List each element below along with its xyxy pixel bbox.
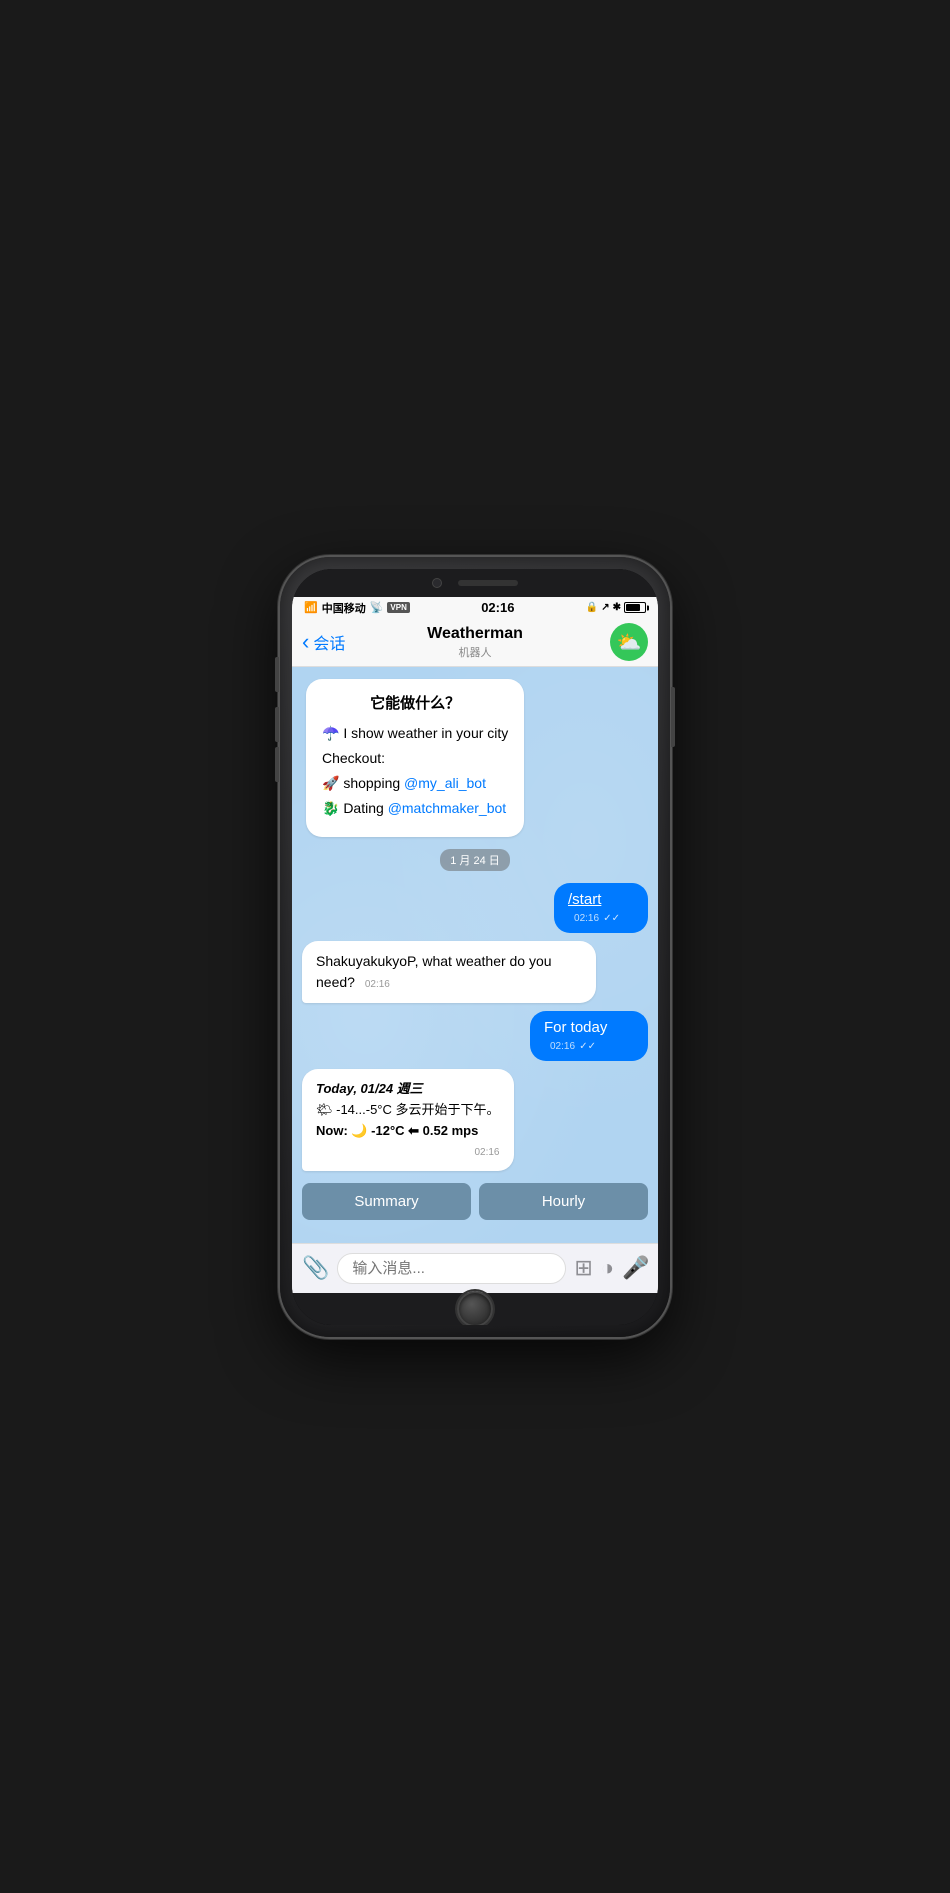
read-receipt-start: ✓✓ xyxy=(603,913,620,924)
status-left: 📶 中国移动 📡 VPN xyxy=(304,600,410,616)
battery-icon xyxy=(624,602,646,613)
battery-fill xyxy=(626,604,640,611)
dating-text: 🐉 Dating xyxy=(322,800,388,816)
bot-reply1-time: 02:16 xyxy=(365,979,390,990)
phone-top-bar xyxy=(292,569,658,597)
sticker-icon[interactable]: ⊞ xyxy=(574,1255,592,1281)
home-button[interactable] xyxy=(457,1291,493,1325)
weather-message-bubble: Today, 01/24 週三 🌤 -14...-5°C 多云开始于下午。 No… xyxy=(302,1069,514,1171)
date-separator: 1 月 24 日 xyxy=(440,849,510,871)
home-bar xyxy=(292,1293,658,1325)
bot-avatar-icon: ⛅ xyxy=(617,630,642,655)
weather-now-line: Now: 🌙 -12°C ⬅ 0.52 mps xyxy=(316,1121,500,1142)
phone-device: 📶 中国移动 📡 VPN 02:16 🔒 ↗ ✱ ‹ xyxy=(280,557,670,1337)
user-bubble-today: For today 02:16 ✓✓ xyxy=(530,1011,648,1061)
phone-screen: 📶 中国移动 📡 VPN 02:16 🔒 ↗ ✱ ‹ xyxy=(292,569,658,1325)
status-time: 02:16 xyxy=(481,600,514,615)
front-camera xyxy=(432,578,442,588)
start-command: /start xyxy=(568,891,601,908)
status-bar: 📶 中国移动 📡 VPN 02:16 🔒 ↗ ✱ xyxy=(292,597,658,619)
user-message-start: /start 02:16 ✓✓ xyxy=(531,883,648,933)
for-today-text: For today xyxy=(544,1019,607,1036)
summary-button[interactable]: Summary xyxy=(302,1183,471,1220)
action-buttons-row: Summary Hourly xyxy=(302,1183,648,1220)
back-arrow-icon: ‹ xyxy=(302,631,309,653)
dating-link[interactable]: @matchmaker_bot xyxy=(388,800,506,816)
phone-speaker xyxy=(458,580,518,586)
nav-title: Weatherman xyxy=(427,624,523,643)
attachment-icon[interactable]: 📎 xyxy=(302,1255,329,1281)
weather-temp-line: 🌤 -14...-5°C 多云开始于下午。 xyxy=(316,1100,500,1121)
nav-subtitle: 机器人 xyxy=(427,644,523,660)
location-icon: ↗ xyxy=(601,602,609,613)
read-receipt-today: ✓✓ xyxy=(579,1041,596,1052)
user-bubble-start: /start 02:16 ✓✓ xyxy=(554,883,648,933)
mic-icon[interactable]: 🎤 xyxy=(622,1255,649,1281)
welcome-title: 它能做什么？ xyxy=(322,693,508,716)
shopping-text: 🚀 shopping xyxy=(322,775,404,791)
bot-avatar-button[interactable]: ⛅ xyxy=(610,623,648,661)
welcome-shopping-line: 🚀 shopping @my_ali_bot xyxy=(322,773,508,794)
ios-screen: 📶 中国移动 📡 VPN 02:16 🔒 ↗ ✱ ‹ xyxy=(292,597,658,1293)
welcome-message-bubble: 它能做什么？ ☂️ I show weather in your city Ch… xyxy=(306,679,524,838)
back-button[interactable]: ‹ 会话 xyxy=(302,630,345,654)
welcome-checkout: Checkout: xyxy=(322,748,508,769)
vpn-badge: VPN xyxy=(387,602,409,613)
message-input[interactable] xyxy=(337,1253,566,1284)
today-time: 02:16 xyxy=(550,1041,575,1052)
signal-icon: 📶 xyxy=(304,601,318,614)
back-label: 会话 xyxy=(313,630,345,654)
emoji-icon[interactable]: ◑ xyxy=(601,1255,614,1281)
weather-time-label: 02:16 xyxy=(316,1145,500,1161)
carrier-label: 中国移动 xyxy=(322,600,366,616)
bot-reply1-bubble: ShakuyakukyoP, what weather do you need?… xyxy=(302,941,596,1003)
welcome-line1: ☂️ I show weather in your city xyxy=(322,723,508,744)
chat-area: 它能做什么？ ☂️ I show weather in your city Ch… xyxy=(292,667,658,1243)
wifi-icon: 📡 xyxy=(370,601,384,614)
start-time: 02:16 xyxy=(574,913,599,924)
shopping-link[interactable]: @my_ali_bot xyxy=(404,775,486,791)
bot-reply1-text: ShakuyakukyoP, what weather do you need? xyxy=(316,953,552,990)
nav-bar: ‹ 会话 Weatherman 机器人 ⛅ xyxy=(292,619,658,667)
user-message-today: For today 02:16 ✓✓ xyxy=(500,1011,648,1061)
bluetooth-icon: ✱ xyxy=(613,602,621,613)
weather-date-line: Today, 01/24 週三 xyxy=(316,1079,500,1100)
lock-icon: 🔒 xyxy=(586,602,598,613)
input-right-icons: ⊞ ◑ 🎤 xyxy=(574,1255,649,1281)
checkout-label: Checkout: xyxy=(322,750,385,766)
status-right: 🔒 ↗ ✱ xyxy=(586,602,646,613)
nav-center: Weatherman 机器人 xyxy=(427,624,523,659)
hourly-button[interactable]: Hourly xyxy=(479,1183,648,1220)
input-bar: 📎 ⊞ ◑ 🎤 xyxy=(292,1243,658,1293)
welcome-dating-line: 🐉 Dating @matchmaker_bot xyxy=(322,798,508,819)
